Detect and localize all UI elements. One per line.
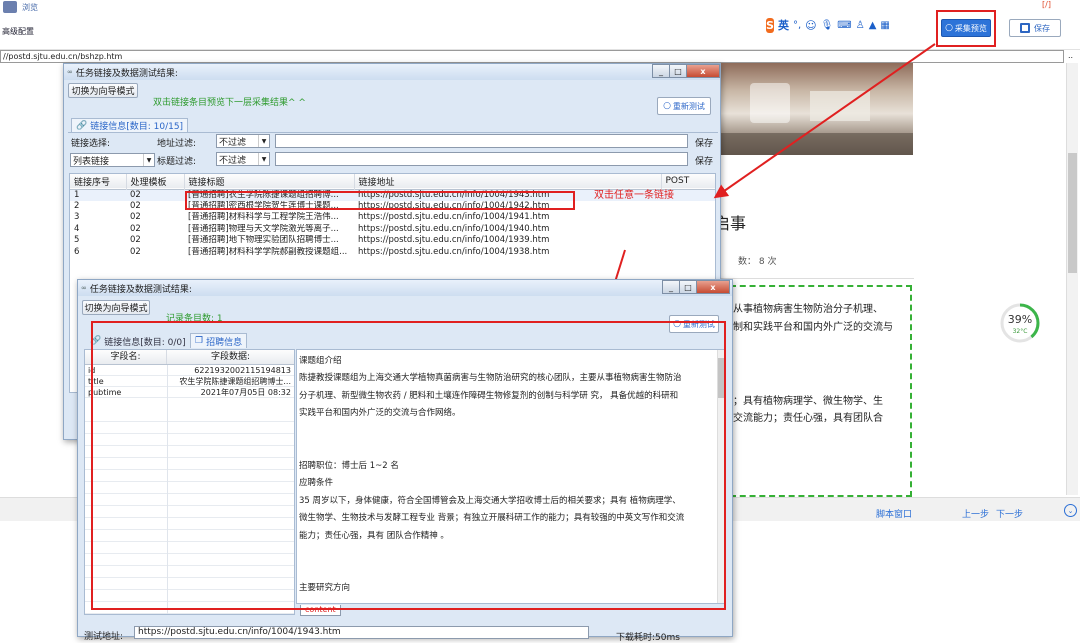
switch-guide-mode-button[interactable]: 切换为向导模式 [82,300,150,315]
test-addr-input[interactable]: https://postd.sjtu.edu.cn/info/1004/1943… [134,626,589,639]
arrow-to-row [713,43,936,199]
window-icon: ∞ [81,284,87,292]
minimize-button[interactable]: _ [662,280,680,294]
content-highlight-box [91,321,726,610]
window-2-titlebar[interactable]: ∞ 任务链接及数据测试结果: [78,280,732,296]
window-2-title: 任务链接及数据测试结果: [89,284,192,295]
test-addr-label: 测试地址: [84,632,124,642]
maximize-button[interactable]: □ [679,280,697,294]
close-button[interactable]: x [696,280,730,294]
